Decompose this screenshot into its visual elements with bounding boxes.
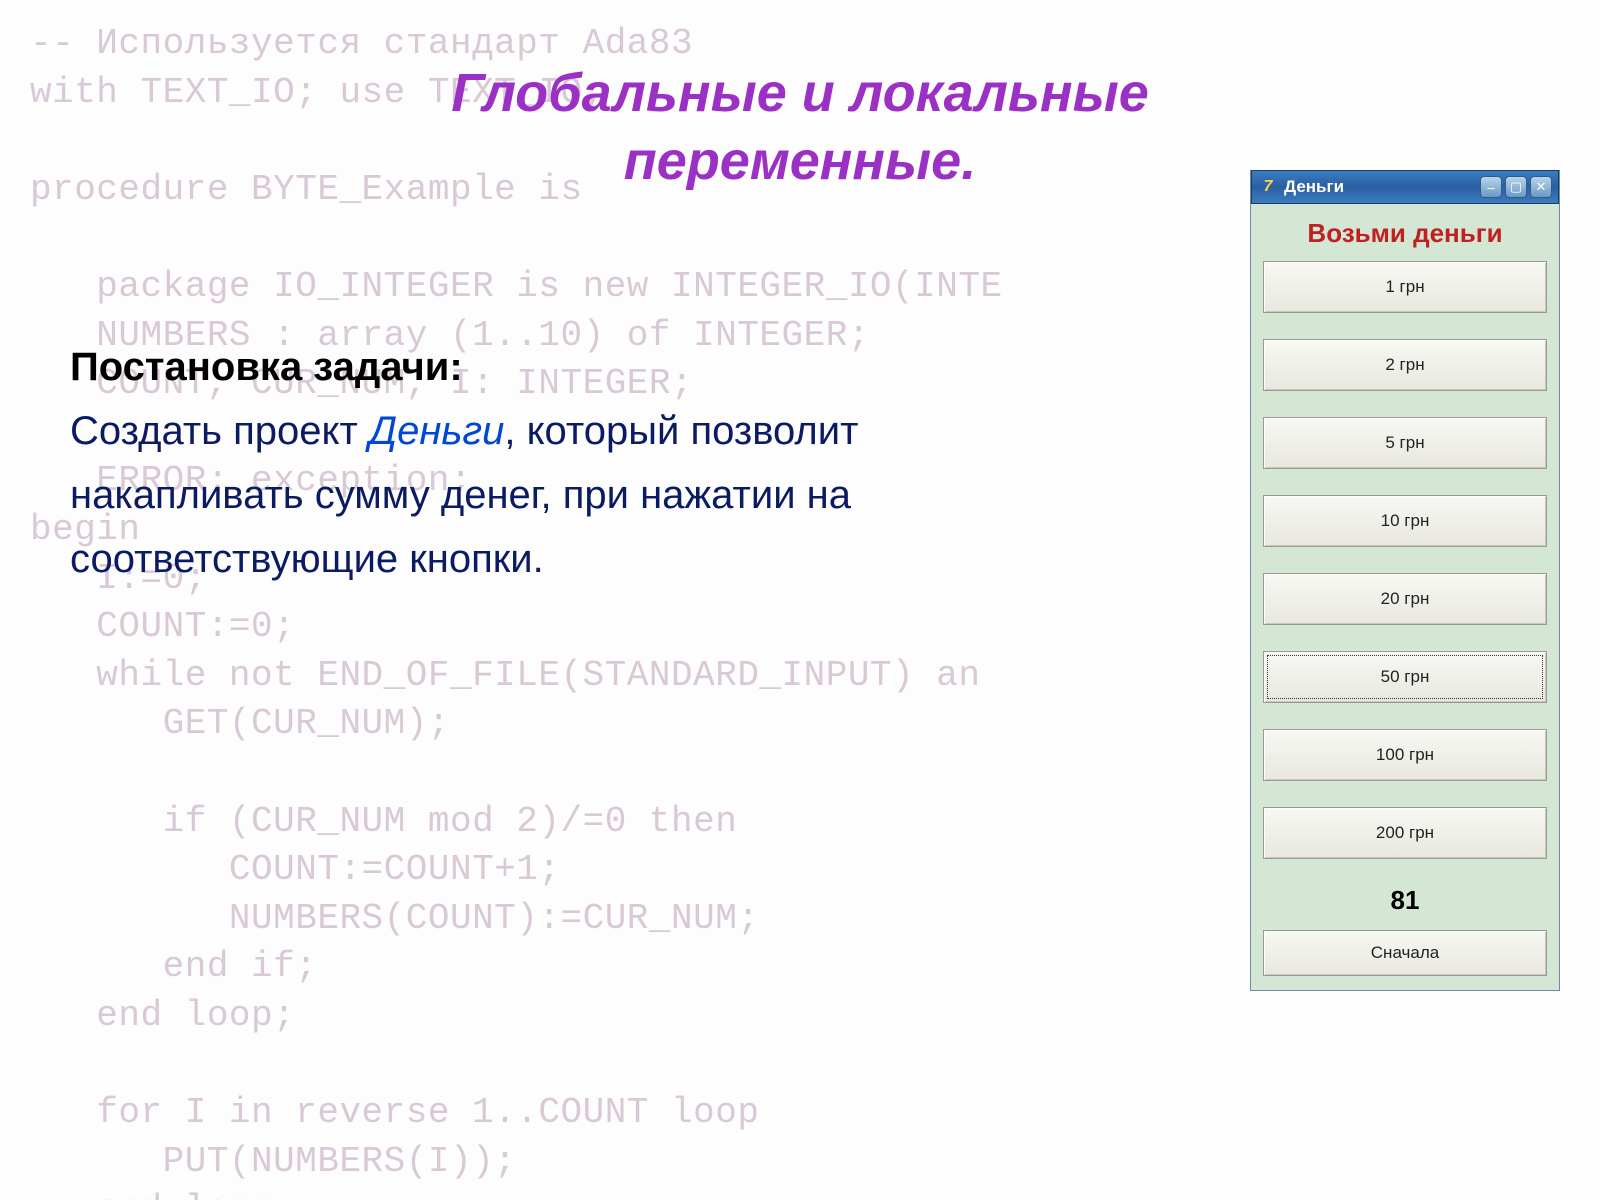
close-button[interactable]: ✕: [1530, 176, 1552, 198]
window-title: Деньги: [1284, 177, 1480, 197]
money-button-1[interactable]: 1 грн: [1263, 261, 1547, 313]
counter-value: 81: [1263, 885, 1547, 916]
titlebar[interactable]: 7 Деньги – ▢ ✕: [1251, 170, 1559, 204]
app-heading: Возьми деньги: [1263, 218, 1547, 249]
money-button-20[interactable]: 20 грн: [1263, 573, 1547, 625]
minimize-button[interactable]: –: [1480, 176, 1502, 198]
slide-title: Глобальные и локальные переменные.: [0, 0, 1600, 195]
task-text: Создать проект Деньги, который позволит …: [70, 399, 930, 591]
slide-title-line2: переменные.: [624, 131, 976, 191]
app-body: Возьми деньги 1 грн 2 грн 5 грн 10 грн 2…: [1251, 204, 1559, 990]
project-name: Деньги: [369, 409, 504, 453]
money-button-5[interactable]: 5 грн: [1263, 417, 1547, 469]
reset-button[interactable]: Сначала: [1263, 930, 1547, 976]
slide-title-line1: Глобальные и локальные: [451, 63, 1149, 123]
money-button-10[interactable]: 10 грн: [1263, 495, 1547, 547]
window-controls: – ▢ ✕: [1480, 176, 1552, 198]
delphi-icon: 7: [1258, 177, 1278, 197]
task-text-pre: Создать проект: [70, 409, 369, 453]
money-button-50[interactable]: 50 грн: [1263, 651, 1547, 703]
task-heading: Постановка задачи:: [70, 335, 930, 399]
task-block: Постановка задачи: Создать проект Деньги…: [70, 335, 930, 591]
maximize-button[interactable]: ▢: [1505, 176, 1527, 198]
money-button-200[interactable]: 200 грн: [1263, 807, 1547, 859]
money-button-2[interactable]: 2 грн: [1263, 339, 1547, 391]
money-app-window: 7 Деньги – ▢ ✕ Возьми деньги 1 грн 2 грн…: [1250, 170, 1560, 991]
money-button-100[interactable]: 100 грн: [1263, 729, 1547, 781]
